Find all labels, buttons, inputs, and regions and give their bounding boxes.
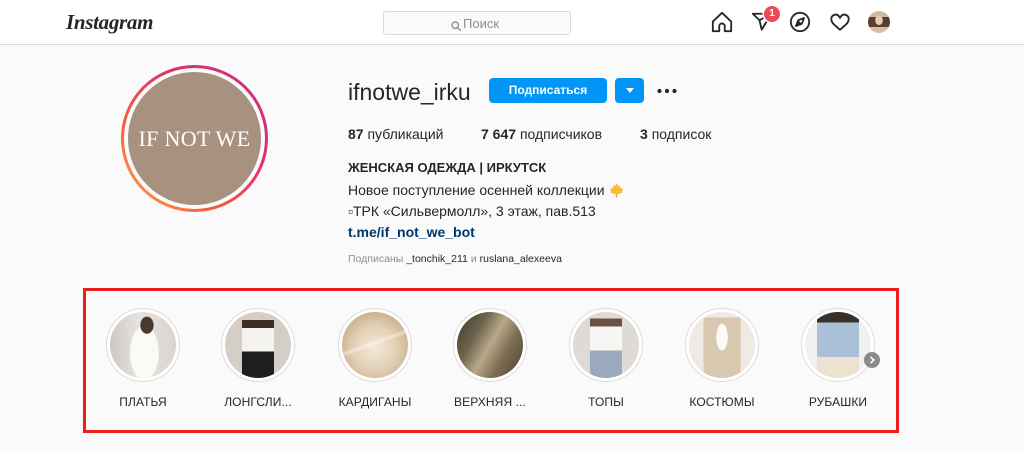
profile-avatar-icon[interactable] <box>868 11 890 33</box>
followed-by-conjunction: и <box>470 253 477 265</box>
profile-username: ifnotwe_irku <box>348 79 471 105</box>
stat-followers[interactable]: 7 647 подписчиков <box>481 126 602 142</box>
maple-leaf-icon <box>609 183 624 198</box>
direct-unread-badge: 1 <box>764 6 780 22</box>
search-input[interactable] <box>384 12 570 34</box>
highlight-ring <box>685 308 759 382</box>
story-highlight[interactable]: ТОПЫ <box>556 308 656 412</box>
stat-label: подписок <box>651 126 712 142</box>
highlights-next-button[interactable] <box>864 352 880 368</box>
highlight-cover <box>342 312 408 378</box>
avatar-logo-text: IF NOT WE <box>138 125 251 151</box>
profile-avatar-story-ring[interactable]: IF NOT WE <box>121 65 268 212</box>
stat-count: 7 647 <box>481 126 517 142</box>
story-highlight[interactable]: ВЕРХНЯЯ ... <box>440 308 540 412</box>
highlight-label: ВЕРХНЯЯ ... <box>454 395 526 409</box>
highlight-label: ТОПЫ <box>588 395 624 409</box>
heart-icon[interactable] <box>829 11 851 33</box>
home-icon[interactable] <box>711 11 733 33</box>
highlight-label: РУБАШКИ <box>808 395 868 409</box>
highlight-cover <box>225 312 291 378</box>
more-options-icon[interactable] <box>657 88 677 94</box>
story-highlight[interactable]: КОСТЮМЫ <box>672 308 772 412</box>
story-highlight[interactable]: ПЛАТЬЯ <box>93 308 193 412</box>
highlight-cover <box>457 312 523 378</box>
stat-posts[interactable]: 87 публикаций <box>348 126 443 142</box>
instagram-logo[interactable]: Instagram <box>66 8 153 36</box>
highlight-ring <box>569 308 643 382</box>
stat-label: публикаций <box>367 126 444 142</box>
highlight-ring <box>221 308 295 382</box>
bio-line: Новое поступление осенней коллекции <box>348 182 624 198</box>
highlight-ring <box>106 308 180 382</box>
highlight-label: КАРДИГАНЫ <box>338 395 412 409</box>
stat-label: подписчиков <box>519 126 603 142</box>
story-highlight[interactable]: ЛОНГСЛИ... <box>208 308 308 412</box>
followed-by-prefix: Подписаны <box>348 253 404 265</box>
highlight-ring <box>801 308 875 382</box>
followed-by-user[interactable]: _tonchik_211 <box>406 253 468 265</box>
chevron-right-icon <box>870 356 875 364</box>
highlight-cover <box>689 312 755 378</box>
followed-by: Подписаны _tonchik_211 и ruslana_alexeev… <box>348 252 562 266</box>
profile-full-name: ЖЕНСКАЯ ОДЕЖДА | ИРКУТСК <box>348 160 547 175</box>
bio-external-link[interactable]: t.me/if_not_we_bot <box>348 224 475 240</box>
highlight-label: ЛОНГСЛИ... <box>224 395 292 409</box>
highlight-cover <box>573 312 639 378</box>
follow-button[interactable]: Подписаться <box>489 78 607 103</box>
stat-count: 3 <box>640 126 648 142</box>
highlight-ring <box>453 308 527 382</box>
profile-avatar: IF NOT WE <box>128 72 261 205</box>
chevron-down-icon <box>625 88 634 93</box>
highlight-cover <box>805 312 871 378</box>
bio-text: Новое поступление осенней коллекции <box>348 182 605 198</box>
stat-count: 87 <box>348 126 364 142</box>
highlight-label: КОСТЮМЫ <box>689 395 755 409</box>
compass-icon[interactable] <box>789 11 811 33</box>
search-box[interactable] <box>383 11 571 35</box>
followed-by-user[interactable]: ruslana_alexeeva <box>480 253 562 265</box>
highlight-ring <box>338 308 412 382</box>
bio-line: ▫ТРК «Сильвермолл», 3 этаж, пав.513 <box>348 203 596 219</box>
story-highlight[interactable]: КАРДИГАНЫ <box>325 308 425 412</box>
highlight-label: ПЛАТЬЯ <box>119 395 167 409</box>
stat-following[interactable]: 3 подписок <box>640 126 711 142</box>
highlight-cover <box>110 312 176 378</box>
follow-options-button[interactable] <box>615 78 644 103</box>
